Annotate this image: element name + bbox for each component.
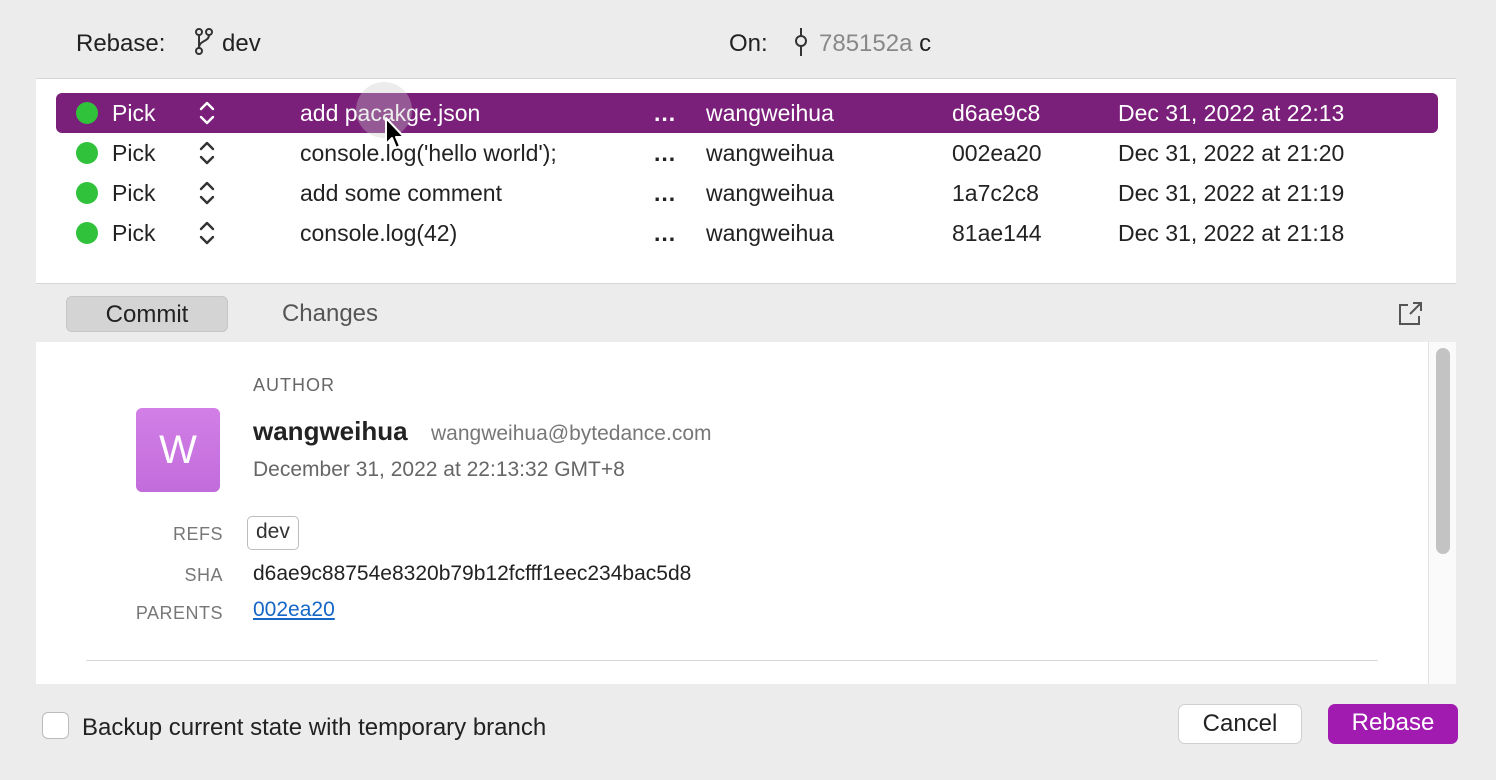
on-message: c [919, 30, 932, 57]
parent-link[interactable]: 002ea20 [253, 598, 335, 622]
scroll-thumb[interactable] [1436, 348, 1450, 554]
commit-sha: 002ea20 [952, 140, 1042, 166]
commit-message: add some comment [300, 180, 502, 206]
divider [86, 660, 1378, 661]
open-external-icon[interactable] [1396, 300, 1424, 328]
chevron-updown-icon[interactable] [198, 139, 216, 167]
ref-badge: dev [247, 516, 299, 550]
commit-list: Pick add pacakge.json ... wangweihua d6a… [36, 78, 1456, 284]
author-email: wangweihua@bytedance.com [431, 422, 712, 445]
author-heading: AUTHOR [253, 375, 335, 395]
commit-date: Dec 31, 2022 at 21:18 [1118, 220, 1345, 246]
tab-changes[interactable]: Changes [250, 296, 410, 332]
more-icon[interactable]: ... [654, 100, 676, 127]
more-icon[interactable]: ... [654, 180, 676, 207]
rebase-button[interactable]: Rebase [1328, 704, 1458, 744]
commit-date: Dec 31, 2022 at 21:19 [1118, 180, 1345, 206]
more-icon[interactable]: ... [654, 220, 676, 247]
on-commit: 785152a c [819, 30, 931, 58]
avatar: W [136, 408, 220, 492]
commit-row[interactable]: Pick add pacakge.json ... wangweihua d6a… [56, 93, 1438, 133]
commit-author: wangweihua [706, 180, 834, 206]
backup-checkbox[interactable] [42, 712, 69, 739]
chevron-updown-icon[interactable] [198, 179, 216, 207]
commit-detail-panel: AUTHOR W wangweihua wangweihua@bytedance… [36, 342, 1428, 684]
action-label: Pick [112, 180, 156, 206]
backup-label[interactable]: Backup current state with temporary bran… [82, 714, 546, 742]
on-label: On: [729, 30, 768, 57]
commit-date: Dec 31, 2022 at 22:13 [1118, 100, 1345, 126]
commit-message: console.log('hello world'); [300, 140, 557, 166]
action-label: Pick [112, 140, 156, 166]
action-label: Pick [112, 100, 156, 126]
more-icon[interactable]: ... [654, 140, 676, 167]
commit-author: wangweihua [706, 100, 834, 126]
commit-icon [795, 28, 807, 56]
branch-icon [195, 28, 213, 55]
parents-label: PARENTS [135, 603, 223, 623]
status-dot [76, 182, 98, 204]
sha-value: d6ae9c88754e8320b79b12fcfff1eec234bac5d8 [253, 562, 692, 585]
chevron-updown-icon[interactable] [198, 99, 216, 127]
rebase-label: Rebase: [76, 30, 166, 57]
detail-scrollbar[interactable] [1428, 342, 1456, 684]
commit-row[interactable]: Pick add some comment ... wangweihua 1a7… [56, 173, 1438, 213]
refs-label: REFS [172, 524, 223, 544]
rebase-header: Rebase: dev On: 785152a c [0, 0, 1496, 78]
chevron-updown-icon[interactable] [198, 219, 216, 247]
mouse-cursor-icon [385, 117, 405, 149]
commit-sha: d6ae9c8 [952, 100, 1041, 126]
commit-row[interactable]: Pick console.log('hello world'); ... wan… [56, 133, 1438, 173]
commit-message: console.log(42) [300, 220, 458, 246]
detail-tabs: Commit Changes [36, 284, 1456, 342]
action-label: Pick [112, 220, 156, 246]
sha-label: SHA [184, 565, 223, 585]
commit-author: wangweihua [706, 220, 834, 246]
status-dot [76, 142, 98, 164]
commit-row[interactable]: Pick console.log(42) ... wangweihua 81ae… [56, 213, 1438, 253]
status-dot [76, 222, 98, 244]
on-sha: 785152a [819, 30, 913, 57]
cancel-button[interactable]: Cancel [1178, 704, 1302, 744]
commit-author: wangweihua [706, 140, 834, 166]
author-name: wangweihua [253, 416, 408, 446]
dialog-footer: Backup current state with temporary bran… [0, 684, 1496, 780]
commit-date: Dec 31, 2022 at 21:20 [1118, 140, 1345, 166]
author-date: December 31, 2022 at 22:13:32 GMT+8 [253, 458, 625, 481]
commit-sha: 81ae144 [952, 220, 1042, 246]
status-dot [76, 102, 98, 124]
tab-commit[interactable]: Commit [66, 296, 228, 332]
commit-sha: 1a7c2c8 [952, 180, 1039, 206]
rebase-branch: dev [222, 30, 261, 57]
